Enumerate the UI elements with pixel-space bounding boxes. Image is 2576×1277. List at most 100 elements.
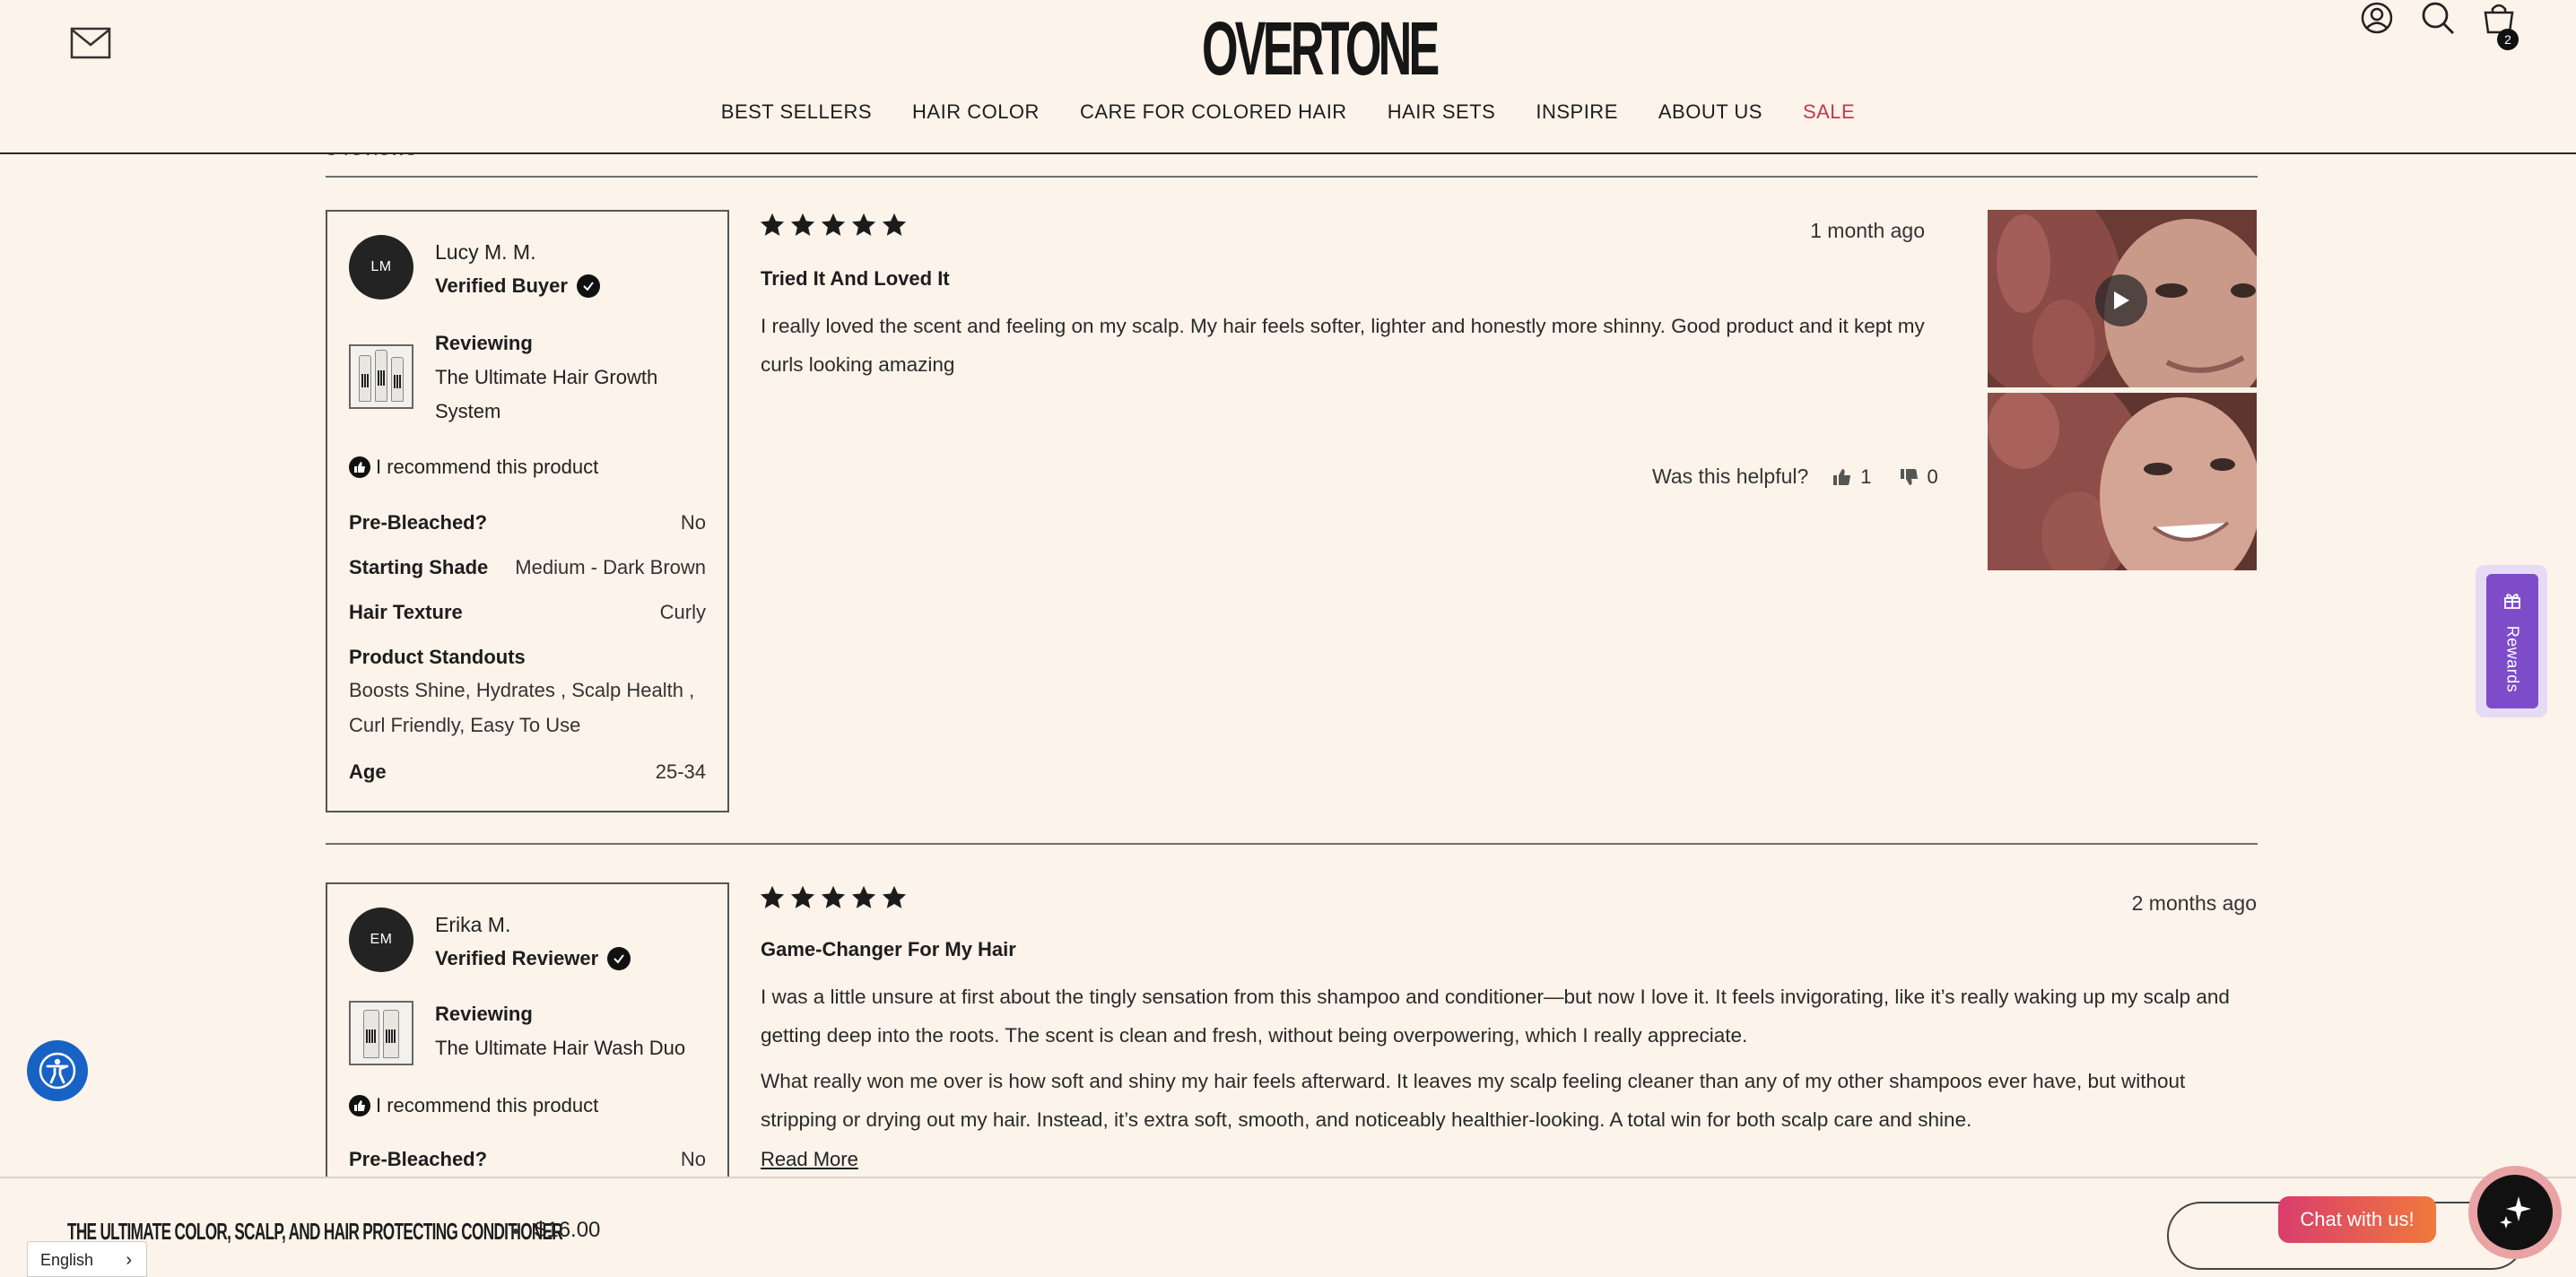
attribute-key: Pre-Bleached?	[349, 1148, 488, 1170]
divider	[326, 843, 2258, 845]
attribute-key: Pre-Bleached?	[349, 511, 488, 534]
review-photo	[1988, 393, 2257, 570]
gift-icon	[2504, 594, 2520, 609]
site-header: OVERTONE 2 BEST SELLERS HAIR COLOR CARE …	[0, 0, 2576, 154]
recommend-line: I recommend this product	[349, 1094, 598, 1117]
attribute-row: Pre-Bleached? No	[349, 1148, 706, 1171]
check-icon	[576, 274, 600, 298]
play-icon[interactable]	[2095, 274, 2147, 326]
rewards-tab[interactable]: Rewards	[2476, 565, 2547, 717]
sticky-product-price: $16.00	[535, 1218, 601, 1242]
read-more-link[interactable]: Read More	[761, 1148, 858, 1171]
nav-best-sellers[interactable]: BEST SELLERS	[721, 100, 872, 124]
helpful-controls: Was this helpful? 1 0	[1652, 465, 1958, 489]
thumbs-up-icon	[349, 1095, 370, 1116]
helpful-label: Was this helpful?	[1652, 465, 1809, 488]
standouts-label: Product Standouts	[349, 646, 526, 668]
attribute-row: Age 25-34	[349, 760, 706, 784]
verified-badge: Verified Buyer	[435, 274, 600, 298]
main-nav: BEST SELLERS HAIR COLOR CARE FOR COLORED…	[0, 100, 2576, 124]
nav-care-for-colored-hair[interactable]: CARE FOR COLORED HAIR	[1080, 100, 1347, 124]
mail-icon[interactable]	[70, 27, 111, 59]
review-body-paragraph: I was a little unsure at first about the…	[761, 986, 2230, 1047]
star-icon	[882, 885, 907, 908]
nav-hair-sets[interactable]: HAIR SETS	[1388, 100, 1496, 124]
verified-badge-label: Verified Reviewer	[435, 947, 599, 969]
recommend-text: I recommend this product	[376, 456, 599, 478]
sparkle-icon	[2500, 1196, 2531, 1229]
attribute-key: Hair Texture	[349, 601, 463, 623]
helpful-no-count: 0	[1927, 465, 1938, 488]
check-icon	[607, 947, 631, 970]
separator-dot	[513, 1229, 518, 1234]
reviewed-product[interactable]: The Ultimate Hair Wash Duo	[435, 1031, 704, 1065]
star-icon	[760, 885, 785, 908]
star-icon	[821, 885, 846, 908]
attribute-value: No	[680, 511, 706, 534]
nav-inspire[interactable]: INSPIRE	[1536, 100, 1618, 124]
reviewer-name: Lucy M. M.	[435, 240, 536, 264]
accessibility-button[interactable]	[27, 1040, 88, 1101]
ai-assistant-button[interactable]	[2468, 1166, 2562, 1259]
reviewer-card: LM Lucy M. M. Verified Buyer Reviewing T…	[326, 210, 729, 812]
sticky-add-to-cart-bar: THE ULTIMATE COLOR, SCALP, AND HAIR PROT…	[0, 1177, 2576, 1277]
star-rating	[759, 884, 908, 911]
review-date: 1 month ago	[1810, 219, 1925, 242]
reviewed-product[interactable]: The Ultimate Hair Growth System	[435, 361, 704, 429]
reviewing-label: Reviewing	[435, 332, 533, 354]
attribute-row: Hair Texture Curly	[349, 601, 706, 624]
review-body: I really loved the scent and feeling on …	[761, 315, 1925, 376]
standouts-value: Boosts Shine, Hydrates , Scalp Health , …	[349, 679, 695, 736]
nav-about-us[interactable]: ABOUT US	[1658, 100, 1762, 124]
thumbs-up-icon[interactable]	[1832, 466, 1853, 488]
star-icon	[851, 885, 876, 908]
review-photo-thumbnail[interactable]	[1988, 393, 2257, 570]
chat-button[interactable]: Chat with us!	[2278, 1196, 2436, 1243]
reviewer-card: EM Erika M. Verified Reviewer Reviewing …	[326, 882, 729, 1187]
product-thumbnail	[349, 344, 413, 409]
avatar: LM	[349, 235, 413, 300]
recommend-text: I recommend this product	[376, 1094, 599, 1116]
accessibility-icon	[39, 1052, 76, 1090]
recommend-line: I recommend this product	[349, 456, 598, 479]
language-selector[interactable]: English ›	[27, 1241, 147, 1277]
nav-sale[interactable]: SALE	[1803, 100, 1855, 124]
review-title: Tried It And Loved It	[761, 267, 950, 290]
rewards-button[interactable]: Rewards	[2486, 574, 2538, 708]
product-thumbnail	[349, 1001, 413, 1065]
attribute-value: No	[680, 1148, 706, 1170]
attribute-row: Starting Shade Medium - Dark Brown	[349, 556, 706, 579]
account-icon[interactable]	[2359, 0, 2395, 36]
search-icon[interactable]	[2420, 0, 2456, 36]
attribute-row: Pre-Bleached? No	[349, 511, 706, 534]
reviewing-label: Reviewing	[435, 1003, 533, 1025]
star-rating	[759, 212, 908, 239]
helpful-yes-count: 1	[1860, 465, 1872, 488]
star-icon	[821, 213, 846, 236]
attribute-value: 25-34	[655, 760, 706, 783]
nav-hair-color[interactable]: HAIR COLOR	[912, 100, 1040, 124]
language-label: English	[40, 1251, 94, 1269]
star-icon	[790, 885, 815, 908]
avatar: EM	[349, 908, 413, 972]
rewards-label: Rewards	[2503, 625, 2522, 693]
verified-badge-label: Verified Buyer	[435, 274, 568, 297]
star-icon	[882, 213, 907, 236]
review-title: Game-Changer For My Hair	[761, 938, 1016, 960]
attribute-value: Medium - Dark Brown	[515, 556, 706, 578]
star-icon	[790, 213, 815, 236]
verified-badge: Verified Reviewer	[435, 947, 631, 970]
review-video-thumbnail[interactable]	[1988, 210, 2257, 387]
thumbs-up-icon	[349, 456, 370, 478]
star-icon	[851, 213, 876, 236]
divider	[326, 176, 2258, 178]
review-body-paragraph: What really won me over is how soft and …	[761, 1070, 2186, 1131]
star-icon	[760, 213, 785, 236]
review-date: 2 months ago	[2131, 891, 2257, 915]
attribute-value: Curly	[659, 601, 706, 623]
thumbs-down-icon[interactable]	[1899, 466, 1920, 488]
brand-logo[interactable]: OVERTONE	[1202, 7, 1440, 90]
reviewer-name: Erika M.	[435, 913, 511, 936]
cart-count-badge: 2	[2497, 29, 2519, 50]
attribute-key: Starting Shade	[349, 556, 489, 578]
